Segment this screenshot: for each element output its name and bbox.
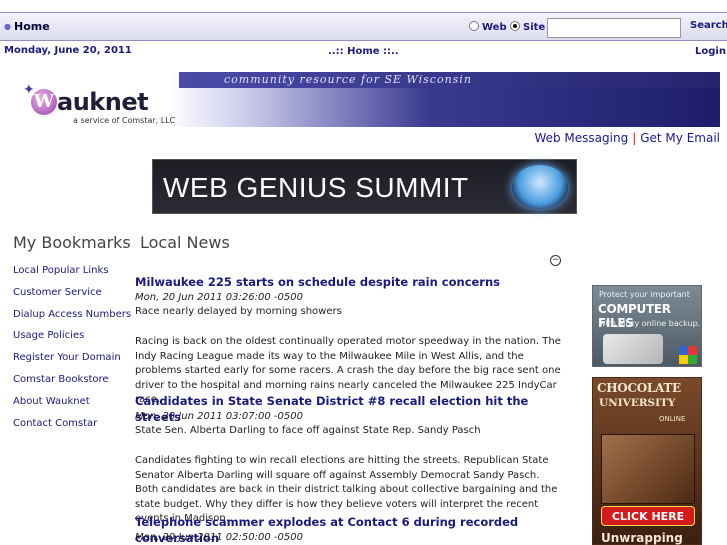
date-row: Monday, June 20, 2011 ..:: Home ::.. Log… xyxy=(0,43,727,63)
bookmarks-list: Local Popular Links Customer Service Dia… xyxy=(13,264,131,438)
bookmark-link[interactable]: Comstar Bookstore xyxy=(13,373,131,395)
bullet-icon: ● xyxy=(4,22,11,31)
bookmark-link[interactable]: Contact Comstar xyxy=(13,417,131,439)
web-genius-summit-ad[interactable]: WEB GENIUS SUMMIT xyxy=(152,159,577,214)
logo-subtitle: a service of Comstar, LLC xyxy=(73,116,176,125)
news-item: Milwaukee 225 starts on schedule despite… xyxy=(135,274,565,405)
radio-label-site: Site xyxy=(523,22,546,33)
news-timestamp: Mon, 20 Jun 2011 03:26:00 -0500 xyxy=(135,292,303,303)
breadcrumb[interactable]: ..:: Home ::.. xyxy=(328,46,399,57)
news-list: Milwaukee 225 starts on schedule despite… xyxy=(135,274,565,545)
site-banner: community resource for SE Wisconsin ✦ W … xyxy=(9,72,720,127)
radio-selected-icon xyxy=(510,21,520,31)
summit-ad-text: WEB GENIUS SUMMIT xyxy=(163,172,469,203)
mozy-ad-line3: with Mozy online backup. xyxy=(599,319,701,328)
search-input[interactable] xyxy=(547,18,681,38)
news-summary: Race nearly delayed by morning showers xyxy=(135,306,342,317)
top-nav-bar: ● Home Web Site Search xyxy=(0,12,727,41)
news-timestamp: Mon, 20 Jun 2011 03:07:00 -0500 xyxy=(135,411,303,422)
local-news-heading: Local News xyxy=(140,233,230,252)
radio-label-web: Web xyxy=(482,22,507,33)
brain-icon xyxy=(512,165,568,209)
get-my-email-link[interactable]: Get My Email xyxy=(640,131,720,145)
cd-case-icon xyxy=(603,334,663,364)
bookmark-link[interactable]: About Wauknet xyxy=(13,395,131,417)
mozy-ad-line1: Protect your important xyxy=(599,290,690,299)
news-summary: State Sen. Alberta Darling to face off a… xyxy=(135,425,481,436)
wauknet-logo[interactable]: ✦ W auknet a service of Comstar, LLC xyxy=(21,80,181,126)
bookmark-link[interactable]: Local Popular Links xyxy=(13,264,131,286)
news-item: Candidates in State Senate District #8 r… xyxy=(135,393,565,524)
chocolate-university-ad[interactable]: CHOCOLATE UNIVERSITY ONLINE CLICK HERE U… xyxy=(592,377,702,545)
email-links: Web Messaging | Get My Email xyxy=(534,131,720,145)
radio-icon xyxy=(469,21,479,31)
news-timestamp: Mon, 20 Jun 2011 02:50:00 -0500 xyxy=(135,532,303,543)
course-box-image xyxy=(601,434,695,504)
choc-ad-line2: UNIVERSITY xyxy=(599,397,676,409)
home-link-label: Home xyxy=(13,20,50,33)
bookmark-link[interactable]: Dialup Access Numbers xyxy=(13,308,131,330)
news-title-link[interactable]: Milwaukee 225 starts on schedule despite… xyxy=(135,274,565,291)
logo-w-letter: W xyxy=(31,89,57,115)
collapse-icon[interactable]: − xyxy=(550,255,561,266)
choc-ad-line4: Unwrapping xyxy=(601,531,683,545)
bookmark-link[interactable]: Usage Policies xyxy=(13,329,131,351)
search-scope-site-radio[interactable]: Site xyxy=(510,21,545,33)
bookmark-link[interactable]: Register Your Domain xyxy=(13,351,131,373)
news-title-link[interactable]: Candidates in State Senate District #8 r… xyxy=(135,393,565,424)
news-item: Telephone scammer explodes at Contact 6 … xyxy=(135,514,565,545)
link-separator: | xyxy=(632,131,637,145)
bookmarks-heading: My Bookmarks xyxy=(13,233,131,252)
web-messaging-link[interactable]: Web Messaging xyxy=(534,131,628,145)
search-scope-web-radio[interactable]: Web xyxy=(469,21,507,33)
search-button[interactable]: Search xyxy=(690,20,727,31)
bookmark-link[interactable]: Customer Service xyxy=(13,286,131,308)
home-link[interactable]: ● Home xyxy=(4,20,50,33)
windows-logo-icon xyxy=(679,346,697,364)
login-link[interactable]: Login xyxy=(695,46,726,57)
current-date: Monday, June 20, 2011 xyxy=(4,45,132,56)
logo-word: auknet xyxy=(57,88,149,116)
mozy-backup-ad[interactable]: Protect your important COMPUTER FILES wi… xyxy=(592,285,702,367)
news-title-link[interactable]: Telephone scammer explodes at Contact 6 … xyxy=(135,514,565,545)
choc-ad-line1: CHOCOLATE xyxy=(597,381,681,395)
choc-ad-line3: ONLINE xyxy=(659,415,686,423)
click-here-button[interactable]: CLICK HERE xyxy=(601,506,695,526)
banner-tagline: community resource for SE Wisconsin xyxy=(224,73,472,86)
